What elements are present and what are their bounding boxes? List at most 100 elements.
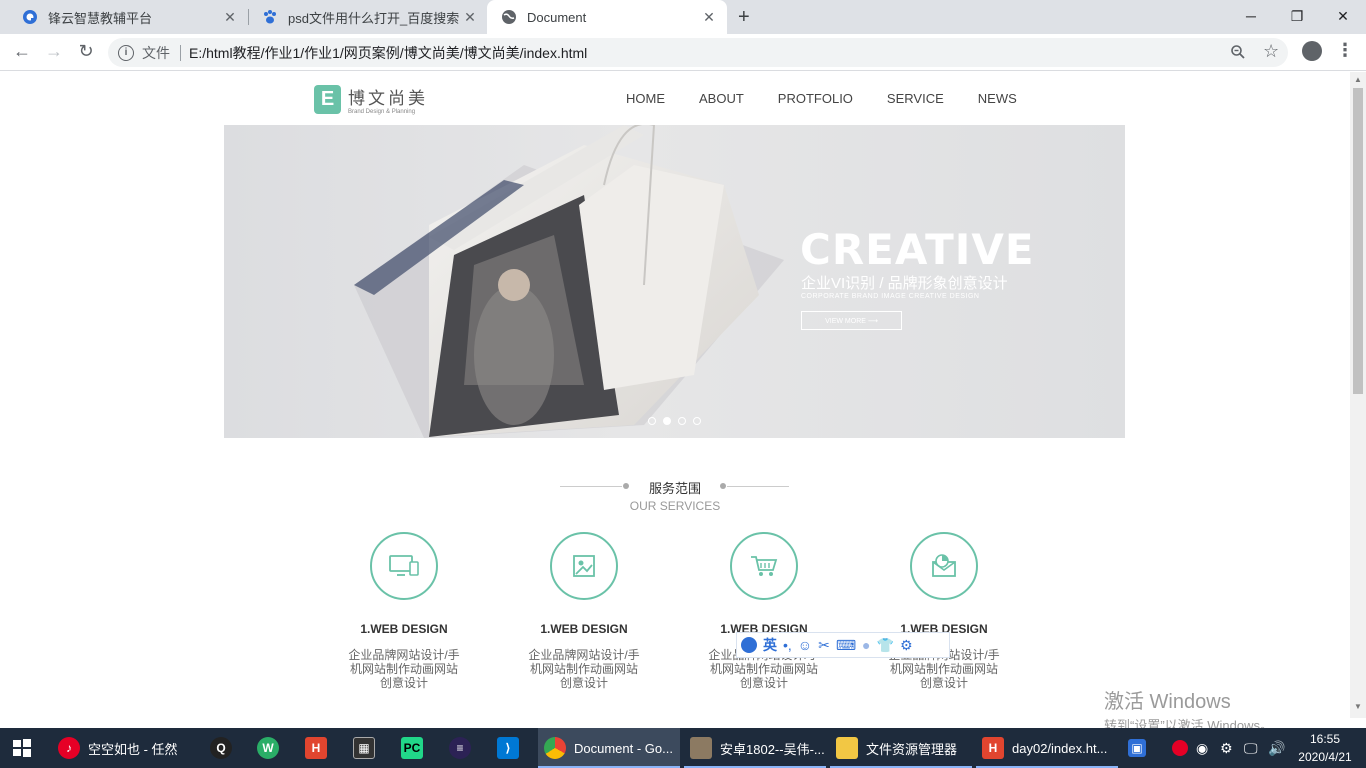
- url-text[interactable]: E:/html教程/作业1/作业1/网页案例/博文尚美/博文尚美/index.h…: [189, 43, 587, 63]
- service-description: 企业品牌网站设计/手机网站制作动画网站创意设计: [528, 648, 640, 690]
- carousel-dot[interactable]: [648, 417, 656, 425]
- taskbar-netease-music[interactable]: ♪ 空空如也 - 任然: [58, 728, 178, 768]
- carousel-dots: [648, 417, 701, 425]
- tab-title: 锋云智慧教辅平台: [48, 10, 153, 26]
- reload-icon[interactable]: ↻: [74, 41, 98, 62]
- taskbar-wechat[interactable]: W: [257, 728, 279, 768]
- scheme-label: 文件: [142, 44, 170, 61]
- chrome-icon: [544, 737, 566, 759]
- service-card[interactable]: 1.WEB DESIGN 企业品牌网站设计/手机网站制作动画网站创意设计: [684, 532, 844, 690]
- logo-mark: E: [314, 85, 341, 114]
- close-window-icon[interactable]: ✕: [1320, 0, 1366, 32]
- divider: [560, 486, 622, 487]
- new-tab-button[interactable]: +: [738, 7, 750, 27]
- taskbar-hbuilder-day02[interactable]: H day02/index.ht...: [976, 728, 1118, 768]
- banner-english-subtitle: CORPORATE BRAND IMAGE CREATIVE DESIGN: [801, 293, 980, 300]
- taskbar-film[interactable]: ▦: [353, 728, 375, 768]
- view-more-button[interactable]: VIEW MORE ⟶: [801, 311, 902, 330]
- tray-contacts-icon: ▣: [1128, 739, 1146, 757]
- taskbar-chat-window[interactable]: 安卓1802--吴伟-...: [684, 728, 826, 768]
- keyboard-icon[interactable]: ⌨: [836, 637, 856, 654]
- taskbar-hbuilder[interactable]: H: [305, 728, 327, 768]
- clock-time: 16:55: [1309, 732, 1341, 746]
- volume-icon[interactable]: 🔊: [1268, 728, 1285, 768]
- back-icon[interactable]: ←: [10, 41, 34, 62]
- tray-netease-icon[interactable]: [1172, 728, 1188, 768]
- minimize-icon[interactable]: ─: [1228, 0, 1274, 32]
- start-button[interactable]: [12, 728, 32, 768]
- carousel-dot[interactable]: [693, 417, 701, 425]
- banner-headline: CREATIVE: [800, 225, 1035, 274]
- restore-icon[interactable]: ❐: [1274, 0, 1320, 32]
- taskbar-qq[interactable]: Q: [210, 728, 232, 768]
- emoji-icon[interactable]: ☺: [798, 637, 812, 653]
- nav-portfolio[interactable]: PROTFOLIO: [778, 91, 853, 106]
- nav-home[interactable]: HOME: [626, 91, 665, 106]
- mail-chart-icon: [910, 532, 978, 600]
- system-clock[interactable]: 16:55 2020/4/21: [1292, 730, 1358, 766]
- globe-icon: [501, 9, 517, 25]
- user-icon[interactable]: ●: [862, 637, 870, 653]
- taskbar-pycharm[interactable]: PC: [401, 728, 423, 768]
- settings-gear-icon[interactable]: ⚙: [900, 637, 913, 654]
- pycharm-icon: PC: [401, 737, 423, 759]
- close-tab-icon[interactable]: ✕: [701, 9, 717, 26]
- tray-steam-icon[interactable]: ⚙: [1220, 728, 1233, 768]
- close-tab-icon[interactable]: ✕: [222, 9, 238, 26]
- close-tab-icon[interactable]: ✕: [462, 9, 478, 26]
- info-icon[interactable]: i: [118, 44, 134, 61]
- site-logo[interactable]: E 博文尚美 Brand Design & Planning: [314, 84, 428, 115]
- carousel-dot-active[interactable]: [663, 417, 671, 425]
- scroll-up-icon[interactable]: ▲: [1354, 75, 1362, 84]
- tab-title: Document: [527, 9, 587, 25]
- profile-avatar[interactable]: [1302, 41, 1322, 61]
- ime-logo-icon[interactable]: [741, 637, 757, 653]
- service-card[interactable]: 1.WEB DESIGN 企业品牌网站设计/手机网站制作动画网站创意设计: [324, 532, 484, 690]
- ime-mode-toggle[interactable]: 英: [763, 635, 777, 655]
- menu-icon[interactable]: ⋮: [1336, 40, 1354, 61]
- tray-shield-icon[interactable]: ◉: [1196, 728, 1208, 768]
- taskbar-file-explorer[interactable]: 文件资源管理器: [830, 728, 972, 768]
- scroll-down-icon[interactable]: ▼: [1354, 702, 1362, 711]
- tab-document[interactable]: Document ✕: [487, 0, 727, 34]
- service-card[interactable]: 1.WEB DESIGN 企业品牌网站设计/手机网站制作动画网站创意设计: [504, 532, 664, 690]
- page-scrollbar[interactable]: ▲ ▼: [1350, 72, 1366, 718]
- browser-tab-strip: 锋云智慧教辅平台 ✕ psd文件用什么打开_百度搜索 ✕ Document ✕ …: [0, 0, 1366, 34]
- taskbar-chrome-document[interactable]: Document - Go...: [538, 728, 680, 768]
- logo-chinese-name: 博文尚美: [348, 89, 428, 109]
- page-viewport: E 博文尚美 Brand Design & Planning HOME ABOU…: [0, 72, 1350, 728]
- service-card[interactable]: 1.WEB DESIGN 企业品牌网站设计/手机网站制作动画网站创意设计: [864, 532, 1024, 690]
- carousel-dot[interactable]: [678, 417, 686, 425]
- windows-taskbar: ♪ 空空如也 - 任然 Q W H ▦ PC ≡ ⟩ Document - Go…: [0, 728, 1366, 768]
- windows-activation-watermark: 激活 Windows 转到“设置”以激活 Windows。: [1104, 685, 1273, 734]
- banner-subtitle: 企业VI识别 / 品牌形象创意设计: [801, 275, 1008, 292]
- network-icon[interactable]: 🖵: [1244, 728, 1258, 768]
- nav-news[interactable]: NEWS: [978, 91, 1017, 106]
- scrollbar-thumb[interactable]: [1353, 88, 1363, 394]
- forward-icon[interactable]: →: [42, 41, 66, 62]
- skin-shirt-icon[interactable]: 👕: [877, 637, 894, 654]
- avatar-icon: [690, 737, 712, 759]
- taskbar-label: 安卓1802--吴伟-...: [720, 741, 825, 757]
- taskbar-eclipse[interactable]: ≡: [449, 728, 471, 768]
- nav-service[interactable]: SERVICE: [887, 91, 944, 106]
- punctuation-icon[interactable]: •,: [783, 637, 792, 653]
- address-bar[interactable]: i 文件 E:/html教程/作业1/作业1/网页案例/博文尚美/博文尚美/in…: [108, 38, 1288, 67]
- shopping-cart-icon: [730, 532, 798, 600]
- tray-qq-icon[interactable]: ▣: [1128, 728, 1146, 768]
- nav-about[interactable]: ABOUT: [699, 91, 744, 106]
- bookmark-star-icon[interactable]: ☆: [1263, 41, 1279, 62]
- tab-fengyun[interactable]: 锋云智慧教辅平台 ✕: [8, 0, 248, 34]
- eclipse-icon: ≡: [449, 737, 471, 759]
- service-name: 1.WEB DESIGN: [360, 622, 448, 636]
- services-section-title: 服务范围 OUR SERVICES: [560, 478, 790, 513]
- scissors-icon[interactable]: ✂: [818, 637, 830, 654]
- divider-dot: [623, 483, 629, 489]
- tab-baidu[interactable]: psd文件用什么打开_百度搜索 ✕: [248, 0, 488, 34]
- hero-banner: CREATIVE 企业VI识别 / 品牌形象创意设计 CORPORATE BRA…: [224, 125, 1125, 438]
- taskbar-vscode[interactable]: ⟩: [497, 728, 519, 768]
- zoom-icon[interactable]: [1230, 44, 1246, 64]
- watermark-line-1: 激活 Windows: [1104, 691, 1231, 713]
- divider-dot: [720, 483, 726, 489]
- logo-english-name: Brand Design & Planning: [348, 109, 416, 115]
